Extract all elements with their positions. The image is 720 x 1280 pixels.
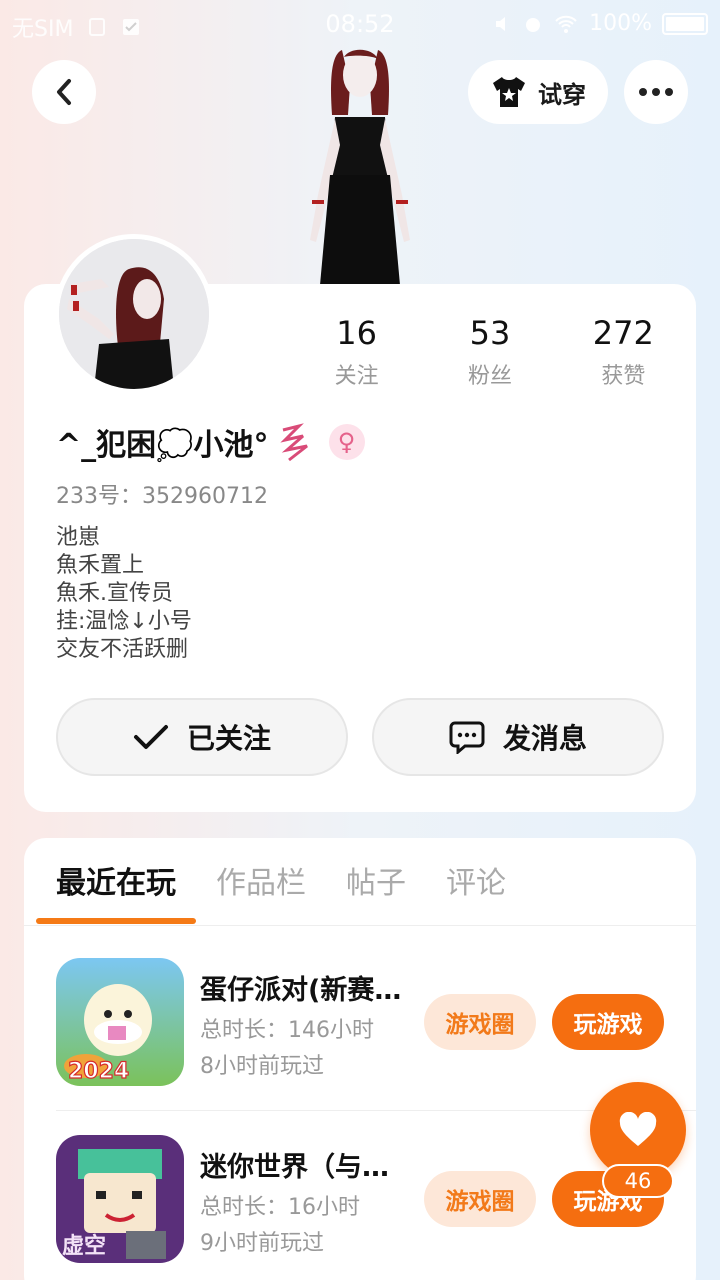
more-dot bbox=[665, 88, 673, 96]
battery-percent: 100% bbox=[589, 11, 652, 36]
more-dots-icon bbox=[639, 88, 647, 96]
stat-following-label: 关注 bbox=[334, 364, 379, 389]
stat-followers[interactable]: 53 粉丝 bbox=[423, 312, 556, 392]
game-badge: 2024 bbox=[68, 1059, 129, 1084]
tab-recently-played[interactable]: 最近在玩 bbox=[56, 858, 176, 902]
followed-button[interactable]: 已关注 bbox=[56, 698, 348, 776]
stat-following[interactable]: 16 关注 bbox=[290, 312, 423, 392]
status-right: 100% bbox=[493, 11, 708, 36]
game-circle-button[interactable]: 游戏圈 bbox=[424, 1171, 536, 1227]
mini-world-art: 虚空 bbox=[56, 1135, 184, 1263]
game-icon-mini-world[interactable]: 虚空 bbox=[56, 1135, 184, 1263]
game-circle-button[interactable]: 游戏圈 bbox=[424, 994, 536, 1050]
game-last-played: 9小时前玩过 bbox=[200, 1231, 324, 1256]
profile-stats: 16 关注 53 粉丝 272 获赞 bbox=[290, 312, 690, 392]
stat-followers-value: 53 bbox=[469, 314, 511, 352]
mute-icon bbox=[496, 16, 506, 31]
game-badge: 虚空 bbox=[62, 1233, 106, 1259]
game-title: 蛋仔派对(新赛… bbox=[200, 975, 402, 1006]
checkmark-icon bbox=[133, 725, 168, 749]
more-dot bbox=[652, 88, 660, 96]
message-label: 发消息 bbox=[502, 722, 587, 755]
stat-likes[interactable]: 272 获赞 bbox=[557, 312, 690, 392]
message-button[interactable]: 发消息 bbox=[372, 698, 664, 776]
stat-following-value: 16 bbox=[336, 314, 378, 352]
try-on-button[interactable]: 试穿 bbox=[468, 60, 608, 124]
tab-divider bbox=[24, 925, 696, 926]
back-arrow-icon bbox=[57, 79, 71, 105]
game-row[interactable]: 虚空 迷你世界（与… 总时长：16小时 9小时前玩过 游戏圈 玩游戏 bbox=[56, 1135, 676, 1265]
tshirt-icon bbox=[493, 77, 525, 107]
play-game-button[interactable]: 玩游戏 bbox=[552, 994, 664, 1050]
avatar-illustration bbox=[59, 239, 209, 389]
followed-label: 已关注 bbox=[186, 722, 271, 755]
game-duration: 总时长：146小时 bbox=[200, 1018, 374, 1043]
stat-followers-label: 粉丝 bbox=[467, 364, 512, 389]
tab-comments[interactable]: 评论 bbox=[446, 858, 506, 902]
game-last-played: 8小时前玩过 bbox=[200, 1054, 324, 1079]
user-id: 233号：352960712 bbox=[56, 484, 268, 509]
stat-likes-value: 272 bbox=[592, 314, 654, 352]
eggy-party-art: 2024 bbox=[56, 958, 184, 1086]
tab-active-indicator bbox=[36, 918, 196, 924]
game-row[interactable]: 2024 蛋仔派对(新赛… 总时长：146小时 8小时前玩过 游戏圈 玩游戏 bbox=[56, 958, 676, 1088]
stat-likes-label: 获赞 bbox=[601, 364, 646, 389]
heart-icon bbox=[619, 1112, 657, 1146]
try-on-label: 试穿 bbox=[538, 80, 586, 109]
chat-bubble-icon bbox=[449, 721, 485, 754]
status-bar: 无SIM 08:52 100% bbox=[0, 0, 720, 50]
tab-works[interactable]: 作品栏 bbox=[216, 858, 306, 902]
zzz-icon bbox=[279, 423, 308, 462]
tab-posts[interactable]: 帖子 bbox=[346, 858, 406, 902]
like-count-badge: 46 bbox=[602, 1164, 674, 1198]
user-bio: 池崽 魚禾置上 魚禾.宣传员 挂:温惗↓小号 交友不活跃删 bbox=[56, 525, 192, 662]
battery-icon bbox=[662, 12, 708, 35]
avatar[interactable] bbox=[54, 234, 214, 394]
username: ^_犯困💭小池° bbox=[56, 428, 269, 463]
profile-tabs: 最近在玩 作品栏 帖子 评论 bbox=[56, 858, 506, 902]
game-title: 迷你世界（与… bbox=[200, 1152, 389, 1183]
game-duration: 总时长：16小时 bbox=[200, 1195, 360, 1220]
back-button[interactable] bbox=[32, 60, 96, 124]
more-button[interactable] bbox=[624, 60, 688, 124]
alarm-icon bbox=[526, 17, 541, 32]
wifi-icon bbox=[555, 15, 577, 33]
game-icon-eggy-party[interactable]: 2024 bbox=[56, 958, 184, 1086]
username-row: ^_犯困💭小池° ♀ bbox=[56, 420, 365, 464]
avatar-3d-figure bbox=[310, 49, 410, 285]
female-gender-icon: ♀ bbox=[328, 424, 365, 460]
avatar-image bbox=[59, 239, 209, 389]
